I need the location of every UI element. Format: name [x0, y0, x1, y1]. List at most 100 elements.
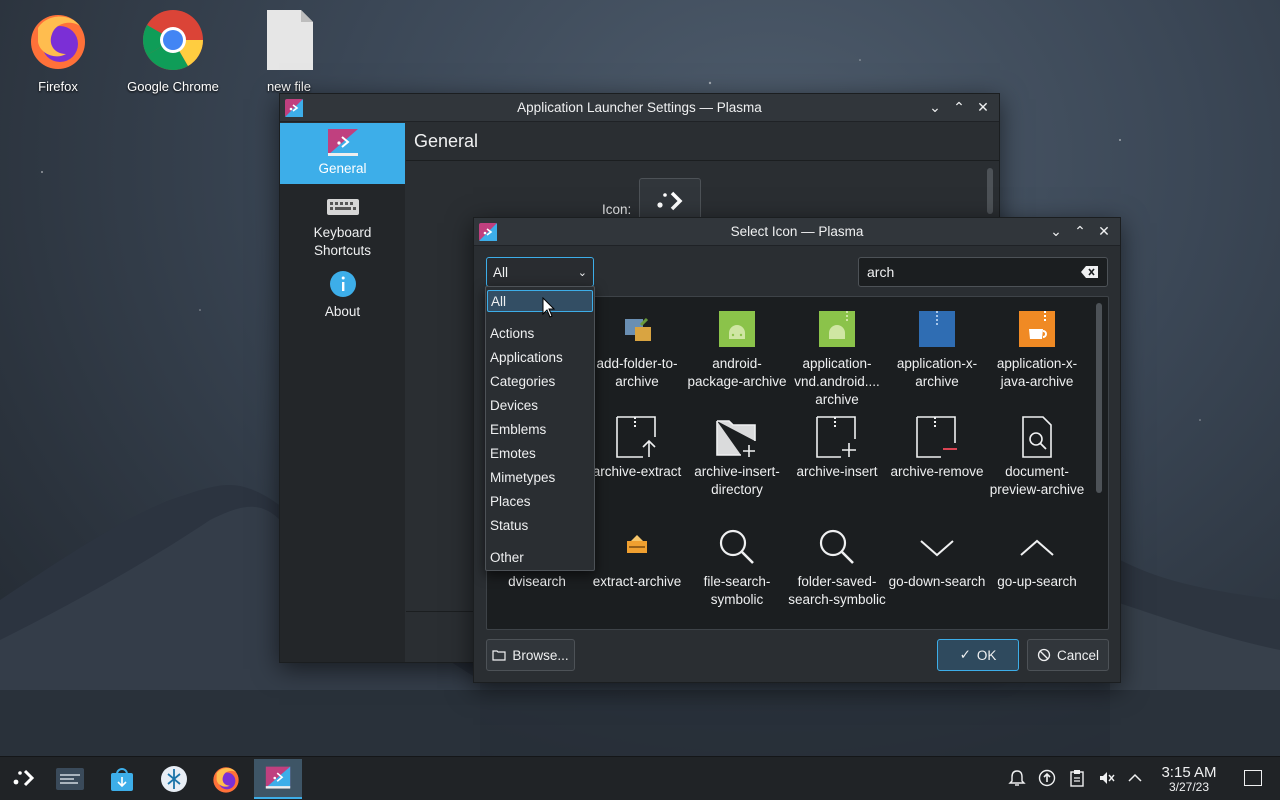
icon-cell[interactable]: folder-saved-search-symbolic [787, 525, 887, 609]
icon-cell[interactable]: application-x-archive [887, 307, 987, 391]
icon-cell[interactable]: file-search-symbolic [687, 525, 787, 609]
firefox-button[interactable] [202, 759, 250, 799]
archive-insert-directory-icon [716, 420, 756, 457]
sidebar-item-general[interactable]: General [280, 123, 405, 184]
icon-cell[interactable]: application-x-java-archive [987, 307, 1087, 391]
application-launcher-icon [657, 191, 683, 211]
dialog-titlebar[interactable]: Select Icon — Plasma ⌄ ⌃ ✕ [474, 218, 1120, 246]
clock-time: 3:15 AM [1161, 764, 1217, 781]
icon-cell[interactable]: go-up-search [987, 525, 1087, 591]
menu-item-applications[interactable]: Applications [487, 347, 593, 369]
menu-item-places[interactable]: Places [487, 491, 593, 513]
application-launcher-icon [13, 769, 35, 787]
icon-cell-label: go-down-search [888, 574, 986, 589]
application-launcher-icon [327, 129, 358, 156]
icon-cell[interactable]: application-vnd.android.... archive [787, 307, 887, 409]
maximize-button[interactable]: ⌃ [1070, 222, 1090, 242]
icon-cell-label: extract-archive [592, 574, 682, 589]
menu-item-other[interactable]: Other [487, 547, 593, 569]
icon-cell[interactable]: go-down-search [887, 525, 987, 591]
settings-titlebar[interactable]: Application Launcher Settings — Plasma ⌄… [280, 94, 999, 122]
sidebar-item-about[interactable]: About [280, 262, 405, 324]
close-button[interactable]: ✕ [973, 98, 993, 118]
search-input[interactable]: arch [858, 257, 1108, 287]
menu-item-mimetypes[interactable]: Mimetypes [487, 467, 593, 489]
chevron-up-icon[interactable] [1124, 767, 1146, 789]
application-launcher-button[interactable] [0, 759, 48, 799]
icon-cell-label: archive-insert-directory [694, 464, 780, 497]
task-manager-button[interactable] [46, 759, 94, 799]
icon-cell-label: dvisearch [508, 574, 566, 589]
icon-cell[interactable]: archive-remove [887, 415, 987, 481]
search-icon [719, 529, 754, 564]
close-button[interactable]: ✕ [1094, 222, 1114, 242]
add-folder-to-archive-icon [625, 317, 651, 341]
clipboard-icon[interactable] [1066, 767, 1088, 789]
minimize-button[interactable]: ⌄ [925, 98, 945, 118]
vertical-scrollbar[interactable] [987, 168, 993, 214]
menu-item-emblems[interactable]: Emblems [487, 419, 593, 441]
menu-item-emotes[interactable]: Emotes [487, 443, 593, 465]
menu-item-categories[interactable]: Categories [487, 371, 593, 393]
desktop-icon-chrome[interactable]: Google Chrome [118, 8, 228, 94]
discover-store-icon [111, 768, 133, 791]
clock[interactable]: 3:15 AM 3/27/23 [1148, 764, 1230, 794]
cancel-label: Cancel [1056, 647, 1100, 663]
show-desktop-button[interactable] [1244, 770, 1262, 786]
zip-archive-icon [919, 311, 955, 347]
archive-remove-icon [916, 416, 957, 458]
sidebar-item-label: General [318, 161, 367, 176]
file-icon [267, 10, 313, 70]
ok-button[interactable]: ✓ OK [937, 639, 1019, 671]
window-title: Application Launcher Settings — Plasma [517, 100, 762, 115]
update-icon[interactable] [1036, 767, 1058, 789]
category-select[interactable]: All ⌄ [486, 257, 594, 287]
icon-cell[interactable]: extract-archive [587, 525, 687, 591]
check-icon: ✓ [959, 647, 971, 662]
icon-cell[interactable]: archive-extract [587, 415, 687, 481]
browse-label: Browse... [512, 647, 569, 663]
icon-cell[interactable]: add-folder-to-archive [587, 307, 687, 391]
menu-item-status[interactable]: Status [487, 515, 593, 537]
icon-cell[interactable]: android-package-archive [687, 307, 787, 391]
settings-sidebar: General Keyboard Shortcuts About [280, 123, 405, 662]
icon-cell[interactable]: document-preview-archive [987, 415, 1087, 499]
android-package-icon [719, 311, 755, 347]
browse-button[interactable]: Browse... [486, 639, 575, 671]
menu-item-devices[interactable]: Devices [487, 395, 593, 417]
sidebar-item-label: About [324, 304, 361, 319]
steam-deck-button[interactable] [150, 759, 198, 799]
discover-store-button[interactable] [98, 759, 146, 799]
icon-cell-label: folder-saved-search-symbolic [788, 574, 886, 607]
keyboard-icon [326, 199, 359, 215]
cancel-button[interactable]: Cancel [1027, 639, 1109, 671]
sidebar-item-keyboard-shortcuts[interactable]: Keyboard Shortcuts [280, 184, 405, 262]
document-preview-icon [1022, 416, 1052, 458]
icon-cell-label: document-preview-archive [989, 464, 1085, 497]
desktop-icon-label: Firefox [38, 79, 78, 94]
icon-cell-label: android-package-archive [687, 356, 787, 389]
vertical-scrollbar[interactable] [1096, 303, 1102, 493]
icon-cell[interactable]: archive-insert [787, 415, 887, 481]
settings-window-button[interactable] [254, 759, 302, 799]
archive-extract-icon [616, 416, 656, 458]
desktop-icon-label: Google Chrome [127, 79, 219, 94]
icon-cell-label: application-vnd.android.... archive [794, 356, 880, 407]
chevron-down-icon [920, 540, 954, 557]
folder-icon [492, 650, 506, 661]
search-input-value: arch [867, 264, 895, 280]
minimize-button[interactable]: ⌄ [1046, 222, 1066, 242]
menu-item-actions[interactable]: Actions [487, 323, 593, 345]
notifications-icon[interactable] [1006, 767, 1028, 789]
desktop-icon-firefox[interactable]: Firefox [3, 8, 113, 94]
dialog-title: Select Icon — Plasma [730, 224, 864, 239]
desktop-icon-new-file[interactable]: new file [234, 8, 344, 94]
icon-cell[interactable]: archive-insert-directory [687, 415, 787, 499]
volume-muted-icon[interactable] [1096, 767, 1118, 789]
clear-search-icon[interactable] [1081, 265, 1099, 279]
icon-cell-label: archive-extract [592, 464, 682, 479]
taskbar: 3:15 AM 3/27/23 [0, 756, 1280, 800]
maximize-button[interactable]: ⌃ [949, 98, 969, 118]
menu-item-all[interactable]: All [487, 290, 593, 312]
extract-archive-icon [627, 535, 647, 553]
